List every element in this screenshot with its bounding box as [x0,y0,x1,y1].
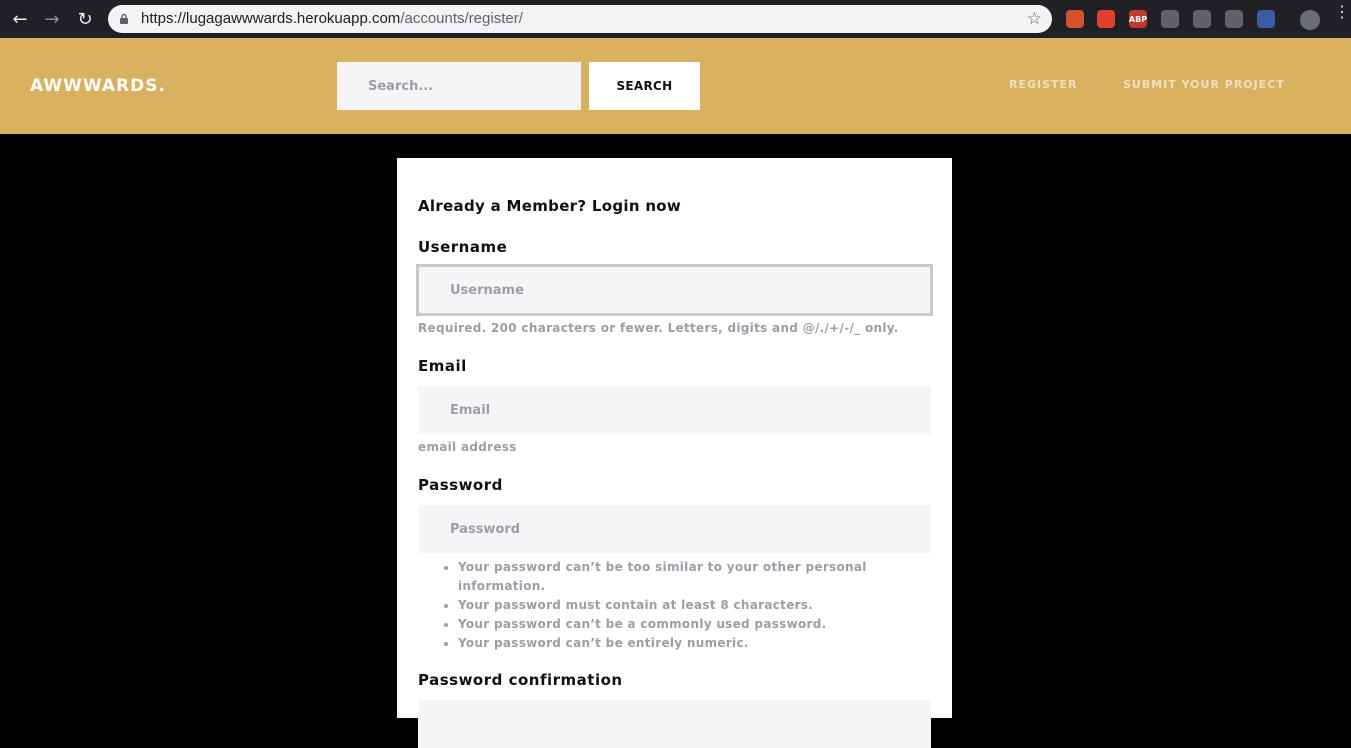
browser-toolbar: ← → ↻ https://lugagawwwards.herokuapp.co… [0,0,1351,38]
more-menu-icon[interactable]: ⋮ [1334,4,1350,20]
puzzle-icon[interactable] [1161,10,1179,28]
grammar-icon[interactable] [1193,10,1211,28]
nav-register-link[interactable]: REGISTER [1009,78,1078,91]
camera-icon[interactable] [1225,10,1243,28]
abp-icon[interactable]: ABP [1129,10,1147,28]
url-host: https://lugagawwwards.herokuapp.com [141,10,401,27]
username-label: Username [418,238,508,256]
brand-logo[interactable]: AWWWARDS. [30,76,166,96]
password-label: Password [418,476,503,494]
site-header: AWWWARDS. SEARCH REGISTER SUBMIT YOUR PR… [0,38,1351,134]
username-help-text: Required. 200 characters or fewer. Lette… [418,321,899,335]
password-rule: Your password can’t be too similar to yo… [458,558,898,596]
email-field[interactable] [418,386,931,434]
password-confirmation-label: Password confirmation [418,671,623,689]
username-field[interactable] [416,264,933,316]
url-path: /accounts/register/ [400,10,523,27]
password-field[interactable] [418,505,931,553]
bookmark-star-icon[interactable]: ☆ [1027,9,1042,29]
forward-arrow-icon[interactable]: → [40,7,64,31]
video-icon[interactable] [1097,10,1115,28]
register-form-card: Already a Member? Login now Username Req… [397,158,952,748]
ublock-icon[interactable] [1066,10,1084,28]
url-text: https://lugagawwwards.herokuapp.com/acco… [141,10,523,27]
back-arrow-icon[interactable]: ← [8,7,32,31]
flag-icon[interactable] [1257,10,1275,28]
password-rule: Your password can’t be entirely numeric. [458,634,898,653]
nav-submit-project-link[interactable]: SUBMIT YOUR PROJECT [1123,78,1285,91]
email-label: Email [418,357,467,375]
search-button[interactable]: SEARCH [589,62,700,110]
password-confirmation-field[interactable] [418,700,931,748]
reload-icon[interactable]: ↻ [73,7,97,31]
login-prompt-link[interactable]: Already a Member? Login now [418,197,681,215]
password-rule: Your password can’t be a commonly used p… [458,615,898,634]
password-rules-list: Your password can’t be too similar to yo… [458,558,898,653]
address-bar[interactable]: https://lugagawwwards.herokuapp.com/acco… [108,5,1052,33]
email-help-text: email address [418,440,517,454]
password-rule: Your password must contain at least 8 ch… [458,596,898,615]
lock-icon [120,13,128,24]
profile-avatar-icon[interactable] [1300,10,1320,30]
search-input[interactable] [337,62,581,110]
